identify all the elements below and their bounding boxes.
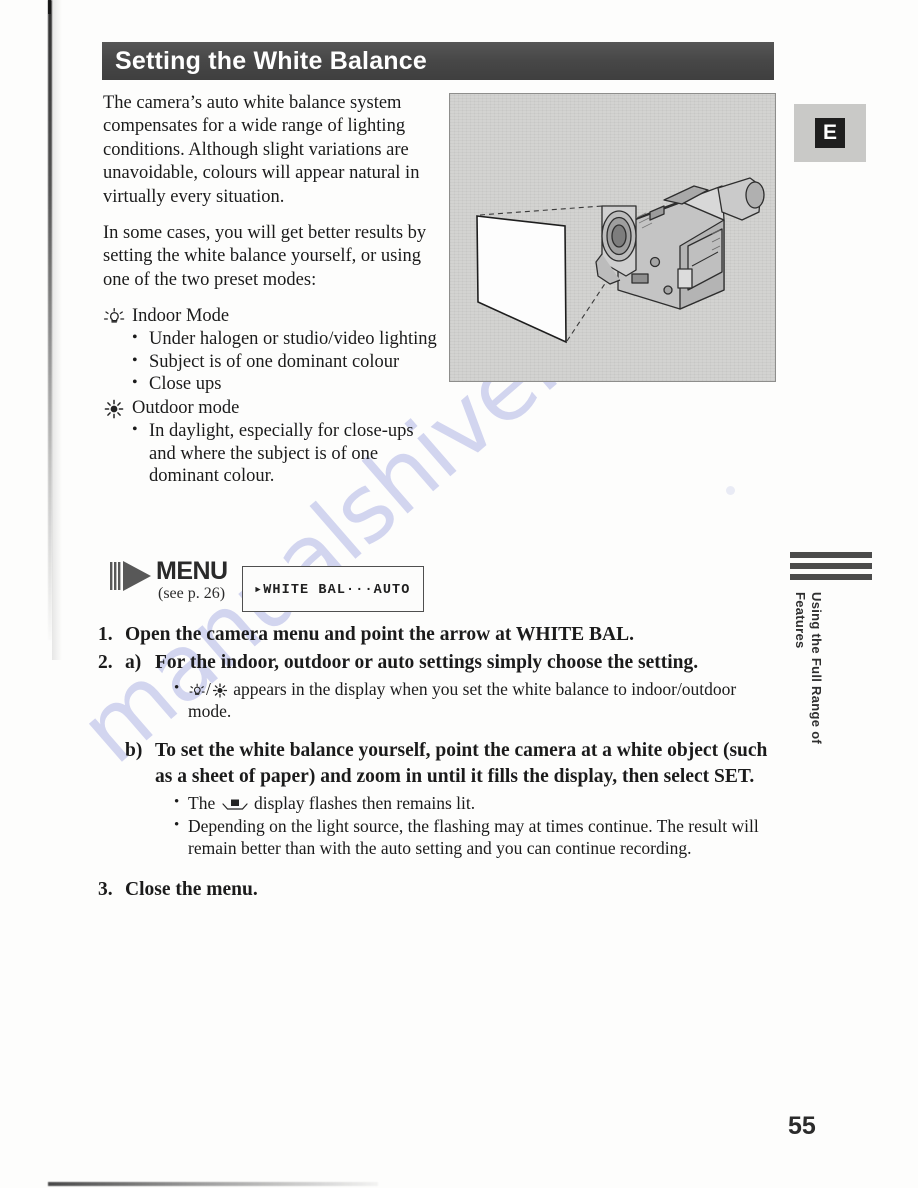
- camcorder-illustration: [449, 93, 776, 382]
- white-balance-set-icon: [221, 794, 248, 810]
- thumb-index-bars: [790, 552, 872, 580]
- intro-paragraph-1: The camera’s auto white balance system c…: [103, 93, 420, 207]
- manual-page: manualshive.com Setting the White Balanc…: [0, 0, 918, 1188]
- step-2a-note-text: appears in the display when you set the …: [188, 679, 737, 721]
- step-1-number: 1.: [98, 624, 113, 645]
- outdoor-sun-icon: [211, 681, 229, 698]
- mode-indoor-label: Indoor Mode: [132, 306, 230, 327]
- outdoor-sun-icon: [103, 399, 125, 419]
- section-header-bar: Setting the White Balance: [102, 42, 774, 80]
- list-item: Depending on the light source, the flash…: [174, 814, 778, 859]
- language-tab-letter: E: [815, 118, 845, 148]
- step-2a-letter: a): [125, 652, 142, 673]
- menu-wordmark-label: MENU: [156, 557, 228, 585]
- instruction-steps: 1. Open the camera menu and point the ar…: [98, 622, 778, 905]
- mode-outdoor: Outdoor mode: [103, 397, 439, 419]
- mode-indoor-bullets: Under halogen or studio/video lighting S…: [103, 327, 439, 395]
- thumb-index-bar: [790, 574, 872, 580]
- indoor-lamp-icon: [103, 307, 125, 327]
- mode-indoor: Indoor Mode: [103, 305, 439, 327]
- step-2b-note-prefix: The: [188, 793, 216, 813]
- thumb-index-label: Using the Full Range of Features: [793, 592, 824, 745]
- language-tab: E: [794, 104, 866, 162]
- menu-graphic: MENU (see p. 26): [110, 559, 228, 603]
- mode-outdoor-bullets: In daylight, especially for close-ups an…: [103, 419, 439, 487]
- step-3-number: 3.: [98, 879, 113, 900]
- mode-outdoor-label: Outdoor mode: [132, 398, 240, 419]
- step-2b-notes: The disp: [155, 791, 778, 859]
- step-2b-note-text: display flashes then remains lit.: [253, 793, 476, 813]
- list-item: /: [174, 677, 778, 722]
- step-2b-letter: b): [125, 740, 143, 761]
- step-2-number: 2.: [98, 652, 113, 673]
- step-2b: b) To set the white balance yourself, po…: [125, 738, 778, 860]
- step-3-title: Close the menu.: [125, 879, 258, 900]
- intro-text-column: The camera’s auto white balance system c…: [103, 92, 439, 490]
- list-item: The disp: [174, 791, 778, 814]
- list-item: In daylight, especially for close-ups an…: [132, 419, 439, 487]
- list-item: Under halogen or studio/video lighting: [132, 327, 439, 350]
- page-title: Setting the White Balance: [115, 46, 427, 75]
- thumb-index-bar: [790, 552, 872, 558]
- step-2b-title: To set the white balance yourself, point…: [155, 740, 768, 787]
- intro-paragraph-2: In some cases, you will get better resul…: [103, 223, 427, 290]
- indoor-lamp-icon: [188, 681, 206, 696]
- step-2a-notes: /: [155, 677, 778, 722]
- lcd-menu-line: ▸WHITE BAL···AUTO: [254, 582, 411, 598]
- thumb-index: Using the Full Range of Features: [790, 552, 872, 760]
- list-item: Subject is of one dominant colour: [132, 350, 439, 373]
- list-item: Close ups: [132, 372, 439, 395]
- step-2: 2. a) For the indoor, outdoor or auto se…: [98, 650, 778, 860]
- page-number: 55: [788, 1112, 816, 1140]
- step-1: 1. Open the camera menu and point the ar…: [98, 622, 778, 648]
- step-1-title: Open the camera menu and point the arrow…: [125, 624, 635, 645]
- step-3: 3. Close the menu.: [98, 877, 778, 903]
- preset-modes-list: Indoor Mode Under halogen or studio/vide…: [103, 305, 439, 487]
- menu-see-reference: (see p. 26): [158, 585, 226, 602]
- step-2a-title: For the indoor, outdoor or auto settings…: [155, 652, 699, 673]
- menu-triangle-icon: [110, 559, 154, 593]
- thumb-index-bar: [790, 563, 872, 569]
- step-2a: a) For the indoor, outdoor or auto setti…: [125, 650, 778, 723]
- lcd-menu-preview: ▸WHITE BAL···AUTO: [242, 566, 424, 612]
